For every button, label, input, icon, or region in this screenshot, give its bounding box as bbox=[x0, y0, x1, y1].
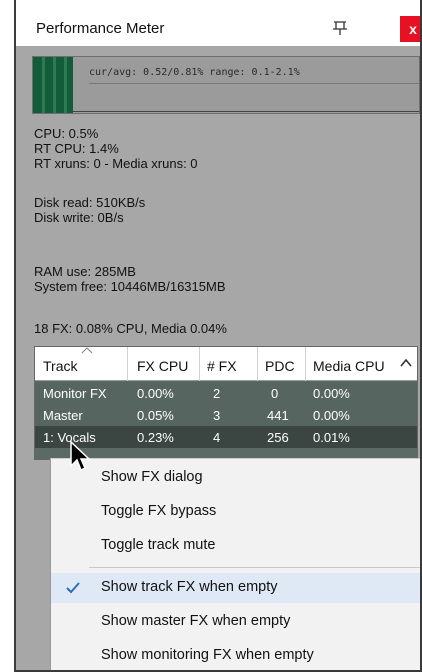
column-header-media-cpu[interactable]: Media CPU bbox=[313, 358, 385, 374]
sort-arrow-icon bbox=[81, 347, 93, 354]
context-menu: Show FX dialog Toggle FX bypass Toggle t… bbox=[50, 458, 420, 670]
rt-cpu-usage: RT CPU: 1.4% bbox=[34, 141, 119, 156]
column-header-track[interactable]: Track bbox=[43, 358, 77, 374]
disk-write: Disk write: 0B/s bbox=[34, 210, 124, 225]
close-button[interactable]: x bbox=[400, 16, 420, 42]
meter-readout: cur/avg: 0.52/0.81% range: 0.1-2.1% bbox=[89, 67, 300, 78]
pin-icon[interactable] bbox=[330, 20, 350, 36]
close-icon: x bbox=[409, 21, 417, 37]
menu-item-show-fx-dialog[interactable]: Show FX dialog bbox=[51, 463, 420, 493]
table-row[interactable]: Master 0.05% 3 441 0.00% bbox=[35, 404, 417, 426]
disk-stats: Disk read: 510KB/s Disk write: 0B/s bbox=[34, 195, 145, 225]
ram-use: RAM use: 285MB bbox=[34, 264, 136, 279]
column-header-pdc[interactable]: PDC bbox=[265, 358, 295, 374]
system-free: System free: 10446MB/16315MB bbox=[34, 279, 226, 294]
table-row[interactable]: Monitor FX 0.00% 2 0 0.00% bbox=[35, 382, 417, 404]
scroll-up-icon[interactable] bbox=[399, 357, 413, 369]
menu-item-show-monitoring-fx-when-empty[interactable]: Show monitoring FX when empty bbox=[51, 641, 420, 670]
fx-summary: 18 FX: 0.08% CPU, Media 0.04% bbox=[34, 321, 227, 336]
cpu-usage: CPU: 0.5% bbox=[34, 126, 99, 141]
cpu-meter: cur/avg: 0.52/0.81% range: 0.1-2.1% bbox=[32, 56, 420, 114]
menu-item-show-master-fx-when-empty[interactable]: Show master FX when empty bbox=[51, 607, 420, 637]
meter-line bbox=[89, 83, 419, 84]
column-header-fx-count[interactable]: # FX bbox=[207, 358, 237, 374]
title-bar[interactable]: Performance Meter x bbox=[16, 0, 420, 46]
mouse-cursor-icon bbox=[70, 440, 91, 472]
menu-item-show-track-fx-when-empty[interactable]: Show track FX when empty bbox=[51, 573, 420, 603]
memory-stats: RAM use: 285MB System free: 10446MB/1631… bbox=[34, 264, 226, 294]
menu-item-toggle-fx-bypass[interactable]: Toggle FX bypass bbox=[51, 497, 420, 527]
cpu-meter-graph bbox=[33, 57, 73, 113]
menu-item-toggle-track-mute[interactable]: Toggle track mute bbox=[51, 531, 420, 561]
check-icon bbox=[66, 582, 80, 594]
table-header: Track FX CPU # FX PDC Media CPU bbox=[35, 347, 417, 381]
disk-read: Disk read: 510KB/s bbox=[34, 195, 146, 210]
meter-baseline bbox=[73, 111, 419, 112]
column-header-fx-cpu[interactable]: FX CPU bbox=[137, 358, 188, 374]
window-title: Performance Meter bbox=[36, 20, 165, 37]
xruns-count: RT xruns: 0 - Media xruns: 0 bbox=[34, 156, 198, 171]
fx-summary-text: 18 FX: 0.08% CPU, Media 0.04% bbox=[34, 321, 227, 336]
performance-meter-window: Performance Meter x cur/avg: 0.52/0.81% … bbox=[14, 0, 422, 672]
menu-separator bbox=[89, 567, 420, 568]
cpu-stats: CPU: 0.5% RT CPU: 1.4% RT xruns: 0 - Med… bbox=[34, 126, 198, 171]
